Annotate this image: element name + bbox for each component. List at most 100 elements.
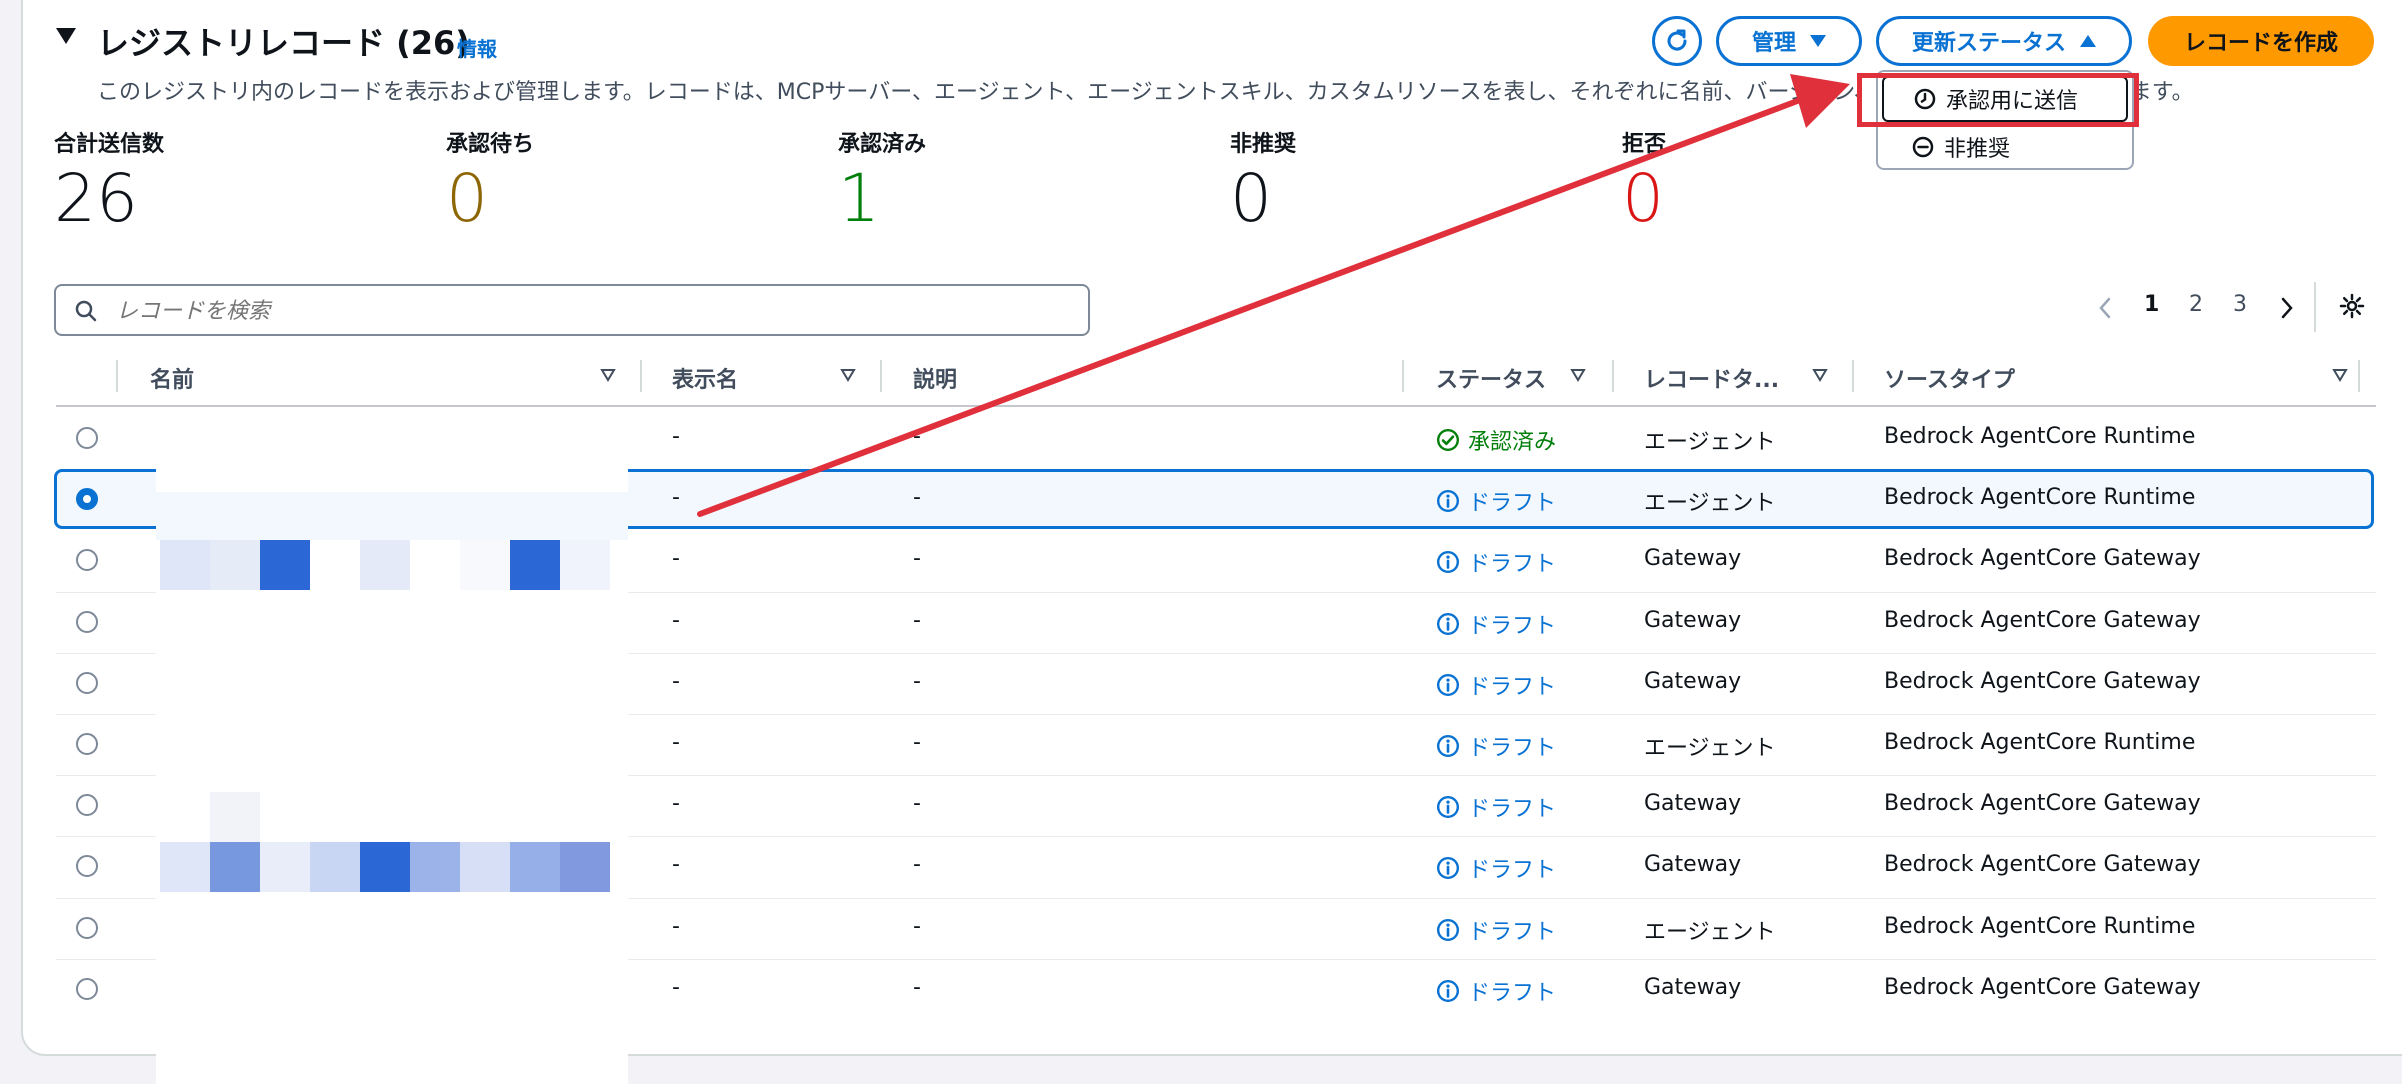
cell-description: -: [913, 975, 921, 1000]
status-label: ドラフト: [1468, 736, 1557, 761]
cell-status: ドラフト: [1436, 791, 1556, 823]
cell-status: ドラフト: [1436, 608, 1556, 640]
cell-status: ドラフト: [1436, 485, 1556, 517]
create-record-button[interactable]: レコードを作成: [2148, 16, 2374, 66]
manage-label: 管理: [1751, 31, 1796, 56]
check-circle-icon: [1436, 428, 1460, 452]
cell-source-type: Bedrock AgentCore Gateway: [1884, 975, 2201, 1000]
menu-item-label: 非推奨: [1944, 137, 2011, 162]
cell-description: -: [913, 791, 921, 816]
stat-value-pending: 0: [446, 160, 488, 237]
status-label: ドラフト: [1468, 675, 1557, 700]
info-circle-icon: [1436, 918, 1460, 942]
cell-display-name: -: [672, 485, 680, 510]
stat-value-approved: 1: [838, 160, 880, 237]
cell-source-type: Bedrock AgentCore Runtime: [1884, 485, 2196, 510]
cell-description: -: [913, 730, 921, 755]
row-select-radio[interactable]: [76, 672, 98, 694]
page-1-button[interactable]: 1: [2144, 292, 2159, 317]
update-status-button[interactable]: 更新ステータス: [1876, 16, 2132, 66]
column-header-display-name[interactable]: 表示名: [672, 362, 738, 394]
stat-value-total: 26: [54, 160, 138, 237]
search-icon: [75, 300, 97, 322]
cell-status: ドラフト: [1436, 730, 1556, 762]
refresh-icon: [1667, 29, 1687, 51]
pager-divider: [2314, 282, 2316, 332]
cell-display-name: -: [672, 730, 680, 755]
minus-circle-icon: [1912, 136, 1934, 158]
status-label: ドラフト: [1468, 552, 1557, 577]
column-divider: [1402, 360, 1404, 392]
column-header-name[interactable]: 名前: [150, 362, 194, 394]
stat-label-pending: 承認待ち: [446, 132, 535, 157]
cell-source-type: Bedrock AgentCore Gateway: [1884, 669, 2201, 694]
row-select-radio[interactable]: [76, 978, 98, 1000]
stat-value-deprecated: 0: [1230, 160, 1272, 237]
status-label: ドラフト: [1468, 491, 1557, 516]
previous-page-icon[interactable]: [2098, 296, 2112, 320]
cell-description: -: [913, 485, 921, 510]
search-box: [54, 284, 1090, 336]
cell-record-type: エージェント: [1644, 920, 1776, 945]
page-2-button[interactable]: 2: [2189, 292, 2203, 317]
stat-label-total: 合計送信数: [54, 132, 165, 157]
caret-down-icon: [1810, 35, 1826, 47]
column-header-record-type[interactable]: レコードタ...: [1644, 362, 1779, 394]
cell-record-type: Gateway: [1644, 791, 1742, 816]
update-status-label: 更新ステータス: [1911, 31, 2066, 56]
stat-value-rejected: 0: [1622, 160, 1664, 237]
sort-icon[interactable]: [2332, 367, 2348, 383]
search-input[interactable]: [114, 294, 1058, 328]
menu-item-deprecate[interactable]: 非推奨: [1878, 124, 2132, 170]
status-label: ドラフト: [1468, 614, 1557, 639]
cell-description: -: [913, 669, 921, 694]
sort-icon[interactable]: [840, 367, 856, 383]
cell-description: -: [913, 546, 921, 571]
stat-label-rejected: 拒否: [1622, 132, 1667, 157]
cell-record-type: エージェント: [1644, 736, 1776, 761]
manage-button[interactable]: 管理: [1716, 16, 1862, 66]
status-label: 承認済み: [1468, 430, 1557, 455]
refresh-button[interactable]: [1652, 16, 1702, 66]
column-divider: [1612, 360, 1614, 392]
info-circle-icon: [1436, 734, 1460, 758]
info-circle-icon: [1436, 856, 1460, 880]
status-label: ドラフト: [1468, 797, 1557, 822]
header-rule: [56, 405, 2376, 407]
column-header-source-type[interactable]: ソースタイプ: [1884, 362, 2015, 394]
info-circle-icon: [1436, 612, 1460, 636]
status-label: ドラフト: [1468, 858, 1557, 883]
cell-display-name: -: [672, 852, 680, 877]
info-circle-icon: [1436, 673, 1460, 697]
gear-icon[interactable]: [2338, 292, 2366, 320]
row-select-radio[interactable]: [76, 855, 98, 877]
cell-status: ドラフト: [1436, 546, 1556, 578]
row-select-radio[interactable]: [76, 427, 98, 449]
row-select-radio[interactable]: [76, 733, 98, 755]
cell-display-name: -: [672, 791, 680, 816]
redacted-name-column: [156, 412, 628, 1084]
collapse-caret-icon[interactable]: [56, 28, 76, 44]
row-select-radio[interactable]: [76, 794, 98, 816]
page-3-button[interactable]: 3: [2233, 292, 2247, 317]
sort-icon[interactable]: [600, 367, 616, 383]
info-link[interactable]: 情報: [457, 33, 497, 62]
column-header-status[interactable]: ステータス: [1436, 362, 1546, 394]
cell-description: -: [913, 424, 921, 449]
cell-display-name: -: [672, 608, 680, 633]
row-select-radio[interactable]: [76, 549, 98, 571]
next-page-icon[interactable]: [2280, 296, 2294, 320]
sort-icon[interactable]: [1570, 367, 1586, 383]
row-select-radio[interactable]: [76, 488, 98, 510]
page-title: レジストリレコード (26): [97, 24, 470, 62]
row-select-radio[interactable]: [76, 917, 98, 939]
column-divider: [2358, 360, 2360, 392]
cell-status: ドラフト: [1436, 669, 1556, 701]
sort-icon[interactable]: [1812, 367, 1828, 383]
cell-record-type: Gateway: [1644, 669, 1742, 694]
column-header-description[interactable]: 説明: [913, 362, 957, 394]
cell-description: -: [913, 914, 921, 939]
cell-description: -: [913, 608, 921, 633]
row-select-radio[interactable]: [76, 611, 98, 633]
cell-source-type: Bedrock AgentCore Gateway: [1884, 546, 2201, 571]
